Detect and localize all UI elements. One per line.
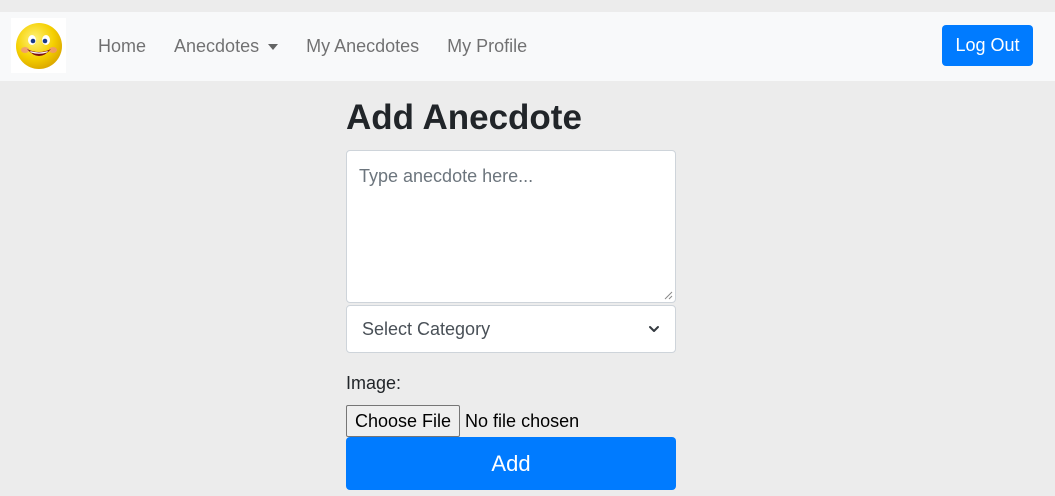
category-select-value: Select Category [362,318,491,339]
caret-down-icon [268,43,279,50]
nav-link-my-anecdotes-label: My Anecdotes [306,36,420,56]
choose-file-button[interactable]: Choose File [346,405,461,437]
nav-link-my-profile-label: My Profile [447,36,528,56]
logout-button[interactable]: Log Out [942,25,1033,66]
image-file-input: Choose File No file chosen [346,405,579,437]
nav-dropdown-anecdotes[interactable]: Anecdotes [160,36,292,57]
resize-grip-icon[interactable] [663,290,673,300]
navbar: Home Anecdotes My Anecdotes My Profile L… [0,12,1055,81]
nav-link-my-anecdotes[interactable]: My Anecdotes [292,36,433,57]
nav-link-home[interactable]: Home [84,36,160,57]
nav-link-my-profile[interactable]: My Profile [433,36,541,57]
chevron-down-icon [649,326,659,332]
anecdote-placeholder: Type anecdote here... [359,166,534,186]
smiley-face-icon [15,22,62,69]
nav-links: Home Anecdotes My Anecdotes My Profile [84,12,541,81]
nav-link-home-label: Home [98,36,147,56]
nav-link-anecdotes-label: Anecdotes [174,36,260,56]
file-status: No file chosen [465,410,580,431]
image-label: Image: [346,373,402,393]
page-title: Add Anecdote [346,98,582,137]
anecdote-textarea[interactable]: Type anecdote here... [346,150,676,303]
category-select[interactable]: Select Category [346,305,676,353]
logo[interactable] [11,18,66,73]
add-button[interactable]: Add [346,437,676,490]
